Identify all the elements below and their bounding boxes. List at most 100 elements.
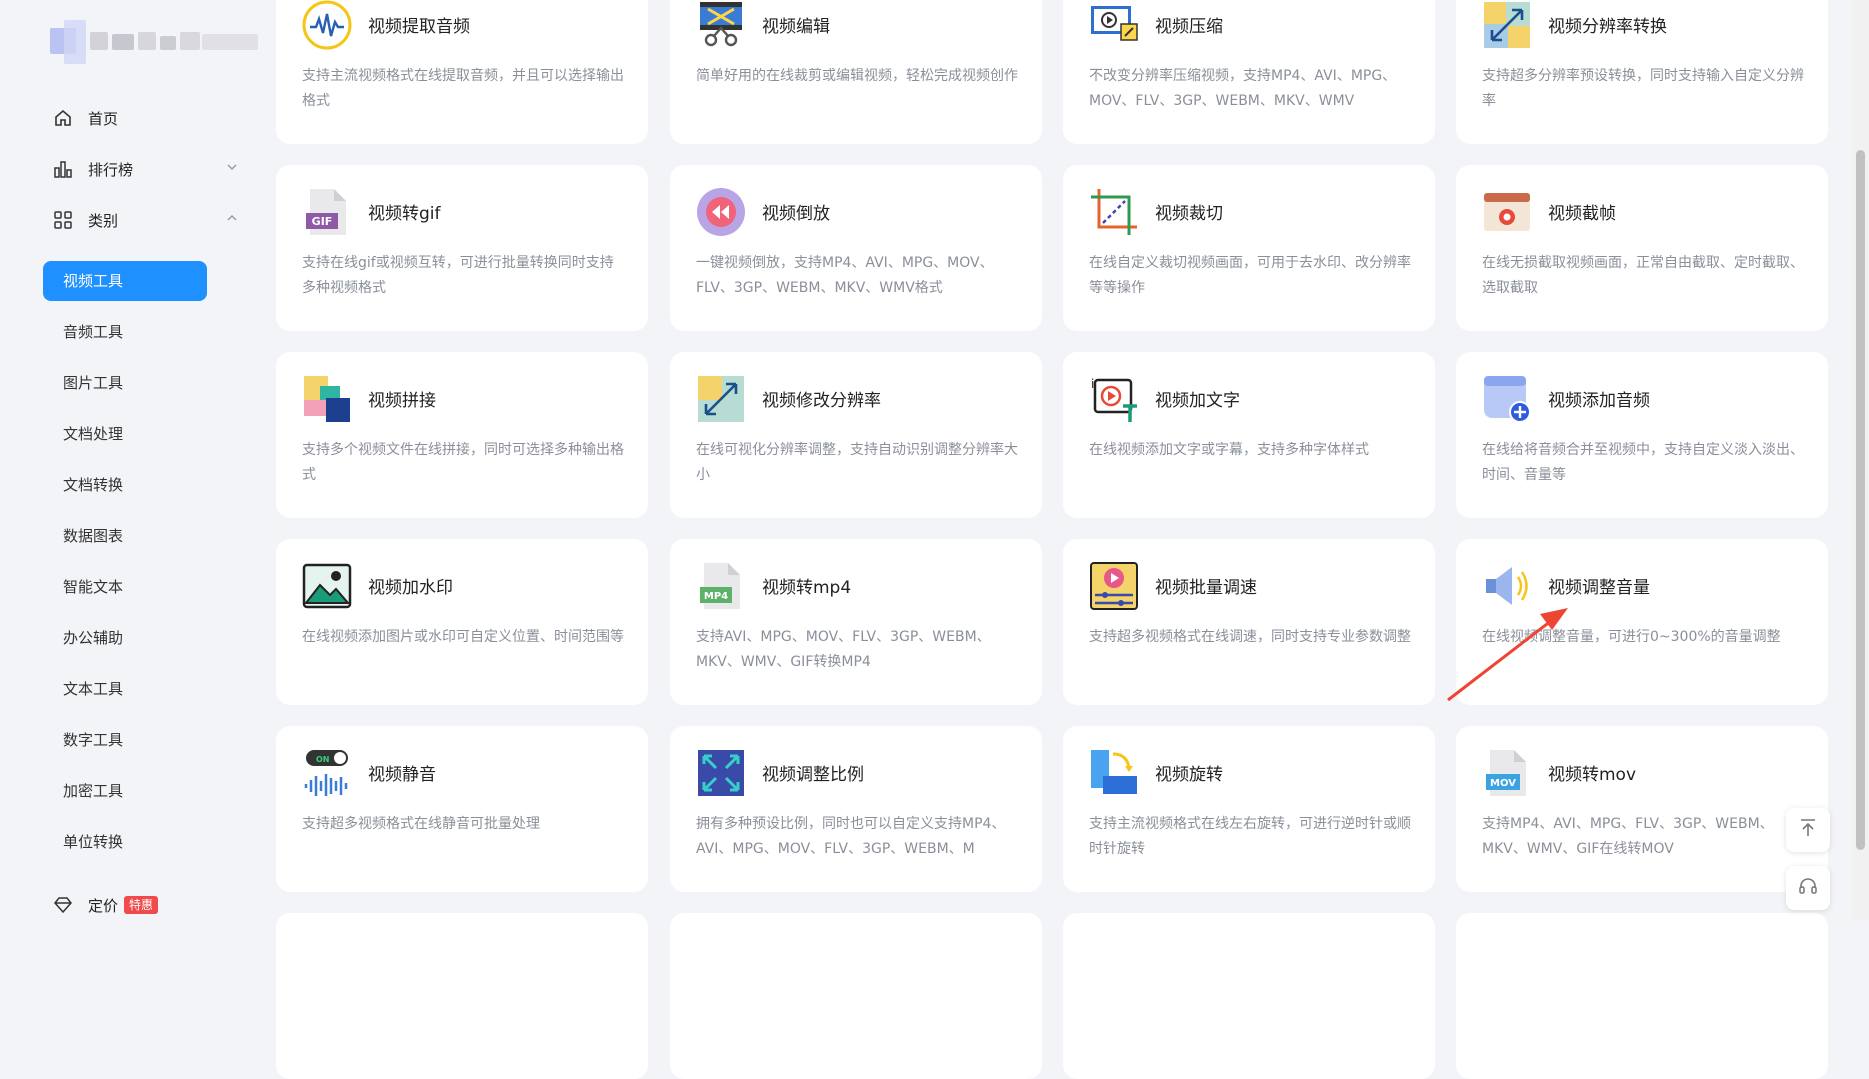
subnav-audio-tools[interactable]: 音频工具 <box>43 312 207 352</box>
rotate-icon <box>1089 748 1139 798</box>
bar-chart-icon <box>52 158 74 180</box>
nav-category[interactable]: 类别 <box>52 208 240 232</box>
customer-service-button[interactable] <box>1786 866 1830 910</box>
tool-card-partial[interactable] <box>1063 913 1435 1079</box>
subnav-image-tools[interactable]: 图片工具 <box>43 363 207 403</box>
subnav-smart-text[interactable]: 智能文本 <box>43 567 207 607</box>
tool-desc: 支持多个视频文件在线拼接，同时可选择多种输出格式 <box>302 442 624 483</box>
subnav-unit-conversion[interactable]: 单位转换 <box>43 822 207 862</box>
scrollbar-thumb[interactable] <box>1856 150 1865 850</box>
site-logo[interactable] <box>50 20 258 64</box>
tool-card[interactable]: 视频裁切 在线自定义裁切视频画面，可用于去水印、改分辨率等等操作 <box>1063 165 1435 331</box>
tool-card[interactable]: MOV 视频转mov 支持MP4、AVI、MPG、FLV、3GP、WEBM、MK… <box>1456 726 1828 892</box>
monitor-compress-icon <box>1089 0 1139 50</box>
tool-title: 视频旋转 <box>1155 765 1223 785</box>
tool-title: 视频添加音频 <box>1548 391 1650 411</box>
nav-ranking[interactable]: 排行榜 <box>52 157 240 181</box>
tool-card[interactable]: i 视频加文字 在线视频添加文字或字幕，支持多种字体样式 <box>1063 352 1435 518</box>
svg-text:ON: ON <box>316 755 330 764</box>
tool-desc: 在线视频添加图片或水印可自定义位置、时间范围等 <box>302 629 624 645</box>
arrow-up-icon <box>1797 817 1819 843</box>
tool-card[interactable]: 视频调整音量 在线视频调整音量，可进行0~300%的音量调整 <box>1456 539 1828 705</box>
tool-desc: 支持在线gif或视频互转，可进行批量转换同时支持多种视频格式 <box>302 255 614 296</box>
tool-card[interactable]: 视频提取音频 支持主流视频格式在线提取音频，并且可以选择输出格式 <box>276 0 648 144</box>
subnav-data-charts[interactable]: 数据图表 <box>43 516 207 556</box>
tool-title: 视频压缩 <box>1155 17 1223 37</box>
video-text-icon: i <box>1089 374 1139 424</box>
mp4-file-icon: MP4 <box>696 561 746 611</box>
resolution-icon <box>696 374 746 424</box>
tool-card[interactable]: 视频倒放 一键视频倒放，支持MP4、AVI、MPG、MOV、FLV、3GP、WE… <box>670 165 1042 331</box>
tool-card[interactable]: GIF 视频转gif 支持在线gif或视频互转，可进行批量转换同时支持多种视频格… <box>276 165 648 331</box>
tool-card[interactable]: 视频调整比例 拥有多种预设比例，同时也可以自定义支持MP4、AVI、MPG、MO… <box>670 726 1042 892</box>
tool-title: 视频加文字 <box>1155 391 1240 411</box>
svg-text:MP4: MP4 <box>704 591 728 602</box>
tool-title: 视频截帧 <box>1548 204 1616 224</box>
tool-desc: 简单好用的在线裁剪或编辑视频，轻松完成视频创作 <box>696 68 1018 84</box>
tool-desc: 支持MP4、AVI、MPG、FLV、3GP、WEBM、MKV、WMV、GIF在线… <box>1482 816 1774 857</box>
tool-card[interactable]: 视频修改分辨率 在线可视化分辨率调整，支持自动识别调整分辨率大小 <box>670 352 1042 518</box>
tool-card[interactable]: 视频拼接 支持多个视频文件在线拼接，同时可选择多种输出格式 <box>276 352 648 518</box>
grid-icon <box>52 209 74 231</box>
tool-card[interactable]: 视频添加音频 在线给将音频合并至视频中，支持自定义淡入淡出、时间、音量等 <box>1456 352 1828 518</box>
tool-title: 视频编辑 <box>762 17 830 37</box>
nav-pricing-label: 定价 <box>88 896 119 915</box>
merge-blocks-icon <box>302 374 352 424</box>
tool-card[interactable]: MP4 视频转mp4 支持AVI、MPG、MOV、FLV、3GP、WEBM、MK… <box>670 539 1042 705</box>
rewind-icon <box>696 187 746 237</box>
back-to-top-button[interactable] <box>1786 808 1830 852</box>
tool-card[interactable]: 视频加水印 在线视频添加图片或水印可自定义位置、时间范围等 <box>276 539 648 705</box>
subnav-office-assist[interactable]: 办公辅助 <box>43 618 207 658</box>
nav-home-label: 首页 <box>88 109 119 128</box>
tool-title: 视频倒放 <box>762 204 830 224</box>
sidebar: 首页 排行榜 类别 视频工具 音频工具 图片工具 文档处理 文档转换 数据图表 … <box>0 0 262 920</box>
tool-desc: 支持主流视频格式在线提取音频，并且可以选择输出格式 <box>302 68 624 109</box>
subnav-text-tools[interactable]: 文本工具 <box>43 669 207 709</box>
resize-diagonal-icon <box>1482 0 1532 50</box>
subnav-document-conversion[interactable]: 文档转换 <box>43 465 207 505</box>
film-scissors-icon <box>696 0 746 50</box>
mute-toggle-icon: ON <box>302 748 352 798</box>
promo-badge: 特惠 <box>124 896 159 914</box>
nav-pricing[interactable]: 定价 特惠 <box>52 893 159 917</box>
tool-desc: 支持主流视频格式在线左右旋转，可进行逆时针或顺时针旋转 <box>1089 816 1411 857</box>
tool-desc: 支持超多分辨率预设转换，同时支持输入自定义分辨率 <box>1482 68 1804 109</box>
tool-card[interactable]: 视频批量调速 支持超多视频格式在线调速，同时支持专业参数调整 <box>1063 539 1435 705</box>
svg-text:GIF: GIF <box>312 215 333 228</box>
nav-category-label: 类别 <box>88 211 119 230</box>
tool-title: 视频提取音频 <box>368 17 470 37</box>
subnav-number-tools[interactable]: 数字工具 <box>43 720 207 760</box>
tool-card[interactable]: 视频压缩 不改变分辨率压缩视频，支持MP4、AVI、MPG、MOV、FLV、3G… <box>1063 0 1435 144</box>
tool-title: 视频调整音量 <box>1548 578 1650 598</box>
subnav-encryption-tools[interactable]: 加密工具 <box>43 771 207 811</box>
tool-title: 视频修改分辨率 <box>762 391 881 411</box>
tool-card[interactable]: 视频编辑 简单好用的在线裁剪或编辑视频，轻松完成视频创作 <box>670 0 1042 144</box>
camera-frame-icon <box>1482 187 1532 237</box>
tool-title: 视频转mp4 <box>762 578 852 598</box>
tool-title: 视频裁切 <box>1155 204 1223 224</box>
home-icon <box>52 107 74 129</box>
nav-ranking-label: 排行榜 <box>88 160 134 179</box>
waveform-icon <box>302 0 352 50</box>
tool-card-partial[interactable] <box>670 913 1042 1079</box>
headset-icon <box>1797 875 1819 901</box>
subnav-document-processing[interactable]: 文档处理 <box>43 414 207 454</box>
chevron-up-icon <box>224 210 240 226</box>
tool-card-partial[interactable] <box>276 913 648 1079</box>
tool-card[interactable]: 视频旋转 支持主流视频格式在线左右旋转，可进行逆时针或顺时针旋转 <box>1063 726 1435 892</box>
tool-card-partial[interactable] <box>1456 913 1828 1079</box>
tool-desc: 在线视频调整音量，可进行0~300%的音量调整 <box>1482 629 1781 645</box>
tool-card[interactable]: ON 视频静音 支持超多视频格式在线静音可批量处理 <box>276 726 648 892</box>
mov-file-icon: MOV <box>1482 748 1532 798</box>
tool-card[interactable]: 视频截帧 在线无损截取视频画面，正常自由截取、定时截取、选取截取 <box>1456 165 1828 331</box>
subnav-video-tools[interactable]: 视频工具 <box>43 261 207 301</box>
crop-icon <box>1089 187 1139 237</box>
tool-title: 视频静音 <box>368 765 436 785</box>
tool-desc: 支持超多视频格式在线静音可批量处理 <box>302 816 540 832</box>
aspect-ratio-icon <box>696 748 746 798</box>
tool-desc: 在线给将音频合并至视频中，支持自定义淡入淡出、时间、音量等 <box>1482 442 1804 483</box>
gif-file-icon: GIF <box>302 187 352 237</box>
nav-home[interactable]: 首页 <box>52 106 118 130</box>
tool-card[interactable]: 视频分辨率转换 支持超多分辨率预设转换，同时支持输入自定义分辨率 <box>1456 0 1828 144</box>
tool-title: 视频批量调速 <box>1155 578 1257 598</box>
